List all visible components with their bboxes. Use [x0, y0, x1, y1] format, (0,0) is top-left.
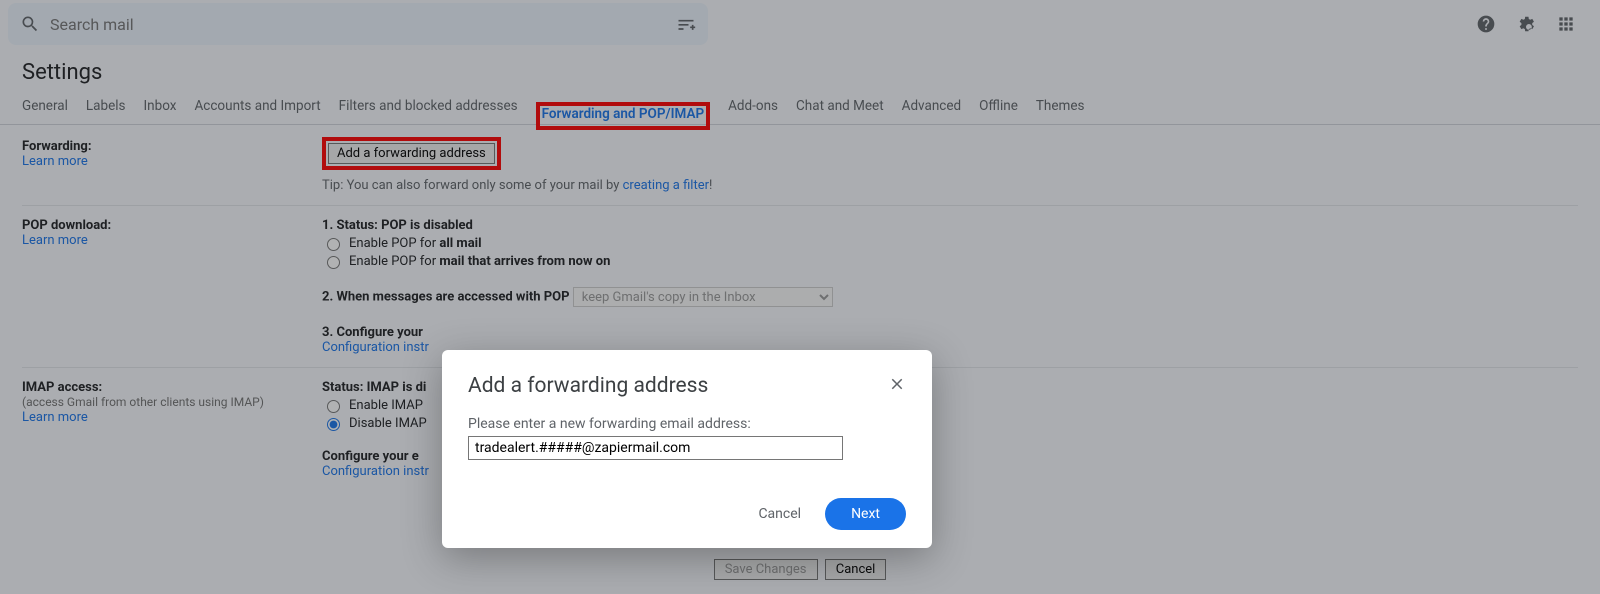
- dialog-cancel-button[interactable]: Cancel: [758, 506, 801, 522]
- dialog-message: Please enter a new forwarding email addr…: [468, 416, 906, 432]
- close-icon: [888, 375, 906, 393]
- dialog-close-button[interactable]: [888, 375, 906, 397]
- dialog-title: Add a forwarding address: [468, 374, 708, 398]
- add-forwarding-dialog: Add a forwarding address Please enter a …: [442, 350, 932, 548]
- dialog-next-button[interactable]: Next: [825, 498, 906, 530]
- forwarding-email-input[interactable]: [468, 436, 843, 460]
